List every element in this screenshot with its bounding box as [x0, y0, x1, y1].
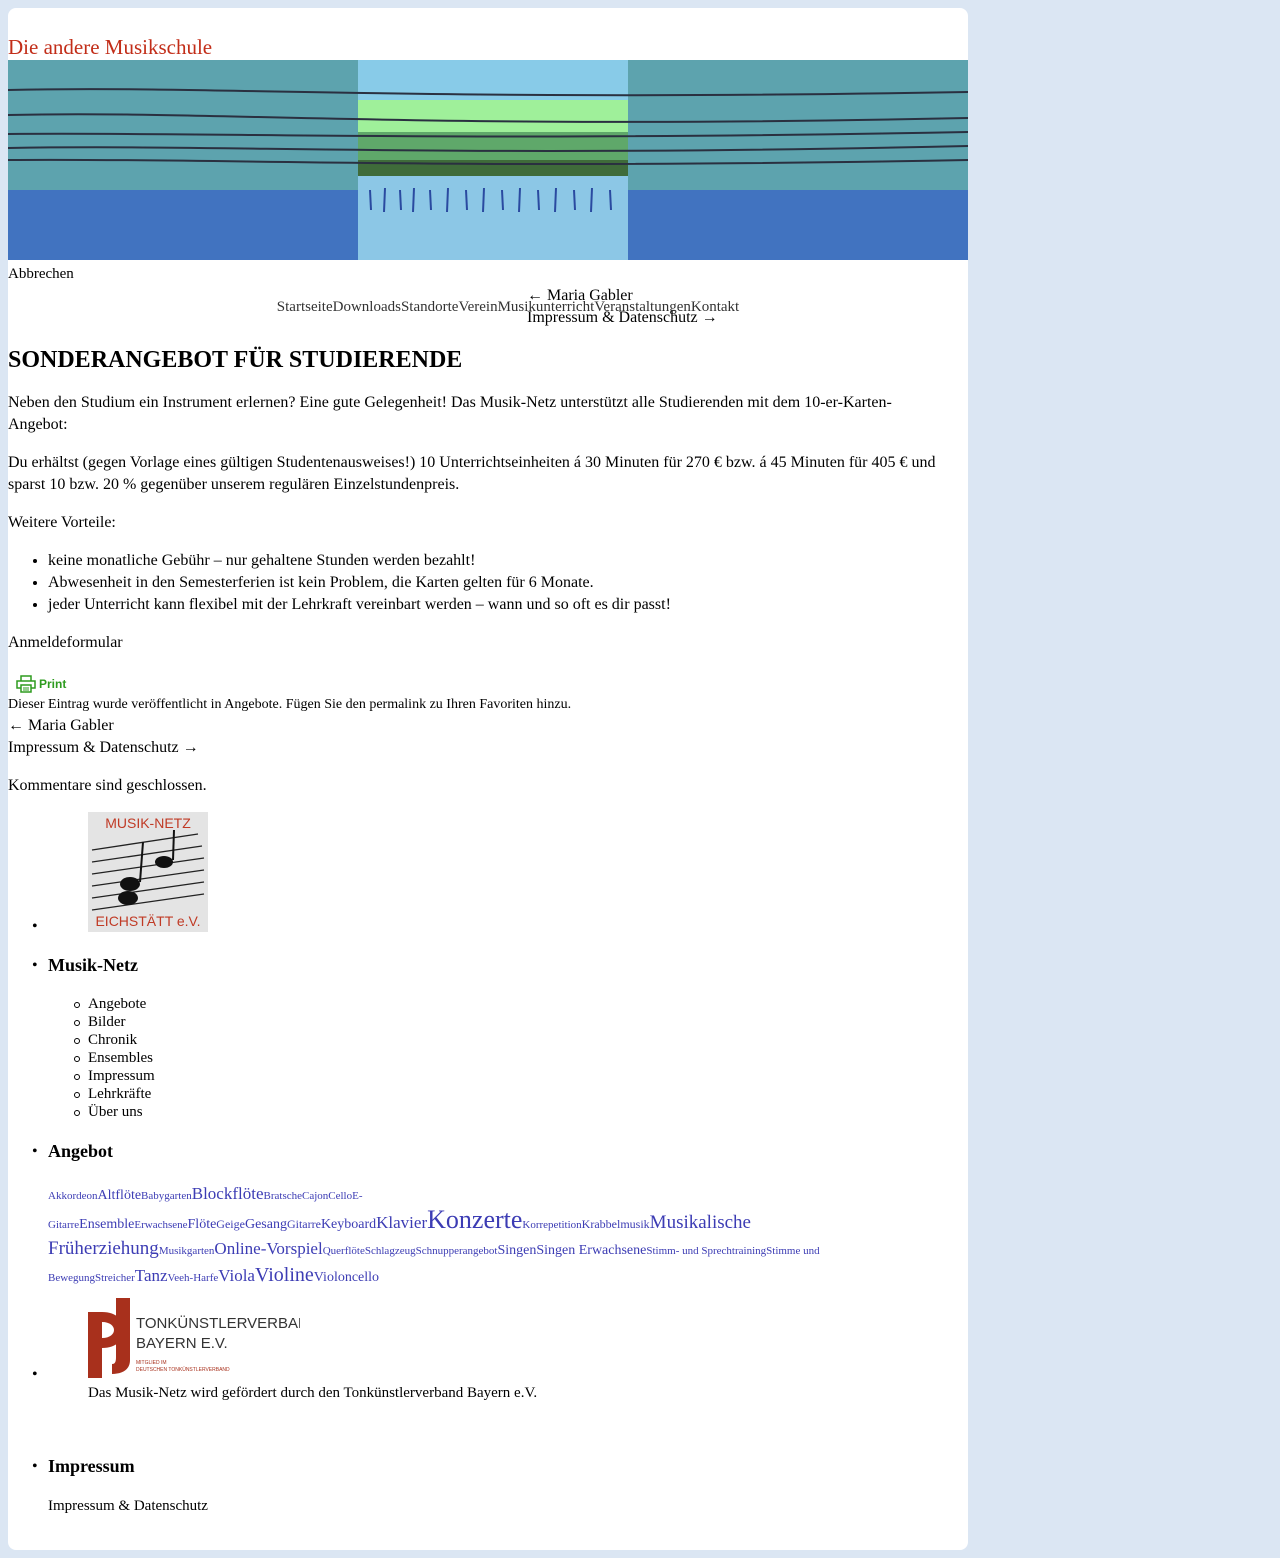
header-banner-image: [8, 60, 968, 260]
list-item: keine monatliche Gebühr – nur gehaltene …: [48, 550, 948, 572]
logo-text: BAYERN E.V.: [136, 1335, 228, 1352]
tag-link[interactable]: Violoncello: [314, 1270, 379, 1285]
list-item-impressum[interactable]: Impressum: [48, 1067, 155, 1085]
tag-link[interactable]: Konzerte: [427, 1205, 522, 1234]
prev-post-link[interactable]: ← Maria Gabler: [8, 715, 199, 737]
tag-link[interactable]: Streicher: [95, 1272, 135, 1284]
tag-link[interactable]: Flöte: [188, 1217, 217, 1232]
logo-text: MITGLIED IM: [136, 1360, 167, 1366]
post-nav-bottom: ← Maria Gabler Impressum & Datenschutz →: [8, 715, 199, 759]
tag-link[interactable]: Krabbelmusik: [582, 1217, 650, 1231]
list-item-ensembles[interactable]: Ensembles: [48, 1049, 155, 1067]
tag-link[interactable]: Gitarre: [287, 1217, 321, 1231]
tag-link[interactable]: Ensemble: [79, 1217, 134, 1232]
tag-link[interactable]: Cello: [328, 1190, 352, 1202]
tonkuenstlerverband-logo[interactable]: TONKÜNSTLERVERBAND BAYERN E.V. MITGLIED …: [88, 1298, 300, 1378]
list-bullet: •: [32, 1143, 38, 1160]
list-bullet: •: [32, 1366, 38, 1383]
menu-item-downloads[interactable]: Downloads: [333, 299, 401, 315]
impressum-link[interactable]: Impressum & Datenschutz: [48, 1497, 208, 1515]
prev-post-link[interactable]: ← Maria Gabler: [527, 285, 718, 307]
printer-icon: [16, 675, 36, 693]
tag-cloud: AkkordeonAltflöteBabygartenBlockflöteBra…: [48, 1182, 918, 1290]
print-label: Print: [39, 677, 67, 691]
widget-title-musik-netz: Musik-Netz: [48, 955, 138, 975]
tag-link[interactable]: Cajon: [302, 1190, 328, 1202]
print-button[interactable]: Print: [16, 675, 66, 693]
tag-link[interactable]: Schnupperangebot: [416, 1245, 498, 1257]
tag-link[interactable]: Babygarten: [141, 1190, 192, 1202]
post-title: SONDERANGEBOT FÜR STUDIERENDE: [8, 347, 463, 373]
tag-link[interactable]: Stimm- und Sprechtraining: [646, 1245, 766, 1257]
comments-closed-notice: Kommentare sind geschlossen.: [8, 777, 207, 794]
tag-link[interactable]: Blockflöte: [192, 1184, 264, 1203]
list-item-ueber-uns[interactable]: Über uns: [48, 1103, 155, 1121]
tag-link[interactable]: Altflöte: [98, 1188, 142, 1203]
tag-link[interactable]: Akkordeon: [48, 1190, 98, 1202]
musik-netz-list: Angebote Bilder Chronik Ensembles Impres…: [48, 995, 155, 1121]
next-post-link[interactable]: Impressum & Datenschutz →: [8, 737, 199, 759]
post-content: Neben den Studium ein Instrument erlerne…: [8, 392, 948, 670]
tag-link[interactable]: Tanz: [135, 1266, 168, 1285]
menu-item-startseite[interactable]: Startseite: [277, 299, 333, 315]
tag-link[interactable]: Gesang: [245, 1217, 287, 1232]
post-paragraph: Weitere Vorteile:: [8, 514, 116, 531]
tag-link[interactable]: Erwachsene: [134, 1219, 187, 1231]
tag-link[interactable]: Geige: [216, 1217, 245, 1231]
list-bullet: •: [32, 1458, 38, 1475]
tag-link[interactable]: Veeh-Harfe: [168, 1272, 219, 1284]
post-nav-top: ← Maria Gabler Impressum & Datenschutz →: [527, 285, 718, 329]
tag-link[interactable]: Schlagzeug: [365, 1245, 416, 1257]
tag-link[interactable]: Musikgarten: [159, 1245, 215, 1257]
widget-title-angebot: Angebot: [48, 1141, 114, 1161]
list-bullet: •: [32, 918, 38, 935]
cancel-link[interactable]: Abbrechen: [8, 265, 74, 283]
logo-text: EICHSTÄTT e.V.: [95, 913, 200, 929]
advantages-list: keine monatliche Gebühr – nur gehaltene …: [8, 550, 948, 616]
menu-item-standorte[interactable]: Standorte: [401, 299, 459, 315]
post-paragraph: Neben den Studium ein Instrument erlerne…: [8, 394, 892, 433]
tag-link[interactable]: Singen Erwachsene: [536, 1243, 646, 1258]
tkv-description: Das Musik-Netz wird gefördert durch den …: [88, 1385, 538, 1401]
musik-netz-logo[interactable]: MUSIK-NETZ EICHSTÄTT e.V.: [88, 812, 208, 932]
list-item-lehrkraefte[interactable]: Lehrkräfte: [48, 1085, 155, 1103]
registration-form-link[interactable]: Anmeldeformular: [8, 632, 948, 654]
logo-text: DEUTSCHEN TONKÜNSTLERVERBAND: [136, 1366, 230, 1373]
tag-link[interactable]: Violine: [255, 1264, 314, 1286]
logo-text: TONKÜNSTLERVERBAND: [136, 1314, 300, 1332]
site-title[interactable]: Die andere Musikschule: [8, 35, 212, 59]
tag-link[interactable]: Korrepetition: [522, 1219, 581, 1231]
post-paragraph: Du erhältst (gegen Vorlage eines gültige…: [8, 454, 936, 493]
list-item: Abwesenheit in den Semesterferien ist ke…: [48, 572, 948, 594]
post-meta: Dieser Eintrag wurde veröffentlicht in A…: [8, 697, 572, 712]
list-item-angebote[interactable]: Angebote: [48, 995, 155, 1013]
list-bullet: •: [32, 957, 38, 974]
logo-text: MUSIK-NETZ: [105, 815, 191, 831]
widget-title-impressum: Impressum: [48, 1456, 135, 1476]
tag-link[interactable]: Singen: [497, 1243, 536, 1258]
tag-link[interactable]: Bratsche: [264, 1190, 302, 1202]
tag-link[interactable]: Klavier: [376, 1213, 427, 1232]
menu-item-verein[interactable]: Verein: [458, 299, 497, 315]
list-item-chronik[interactable]: Chronik: [48, 1031, 155, 1049]
next-post-link[interactable]: Impressum & Datenschutz →: [527, 307, 718, 329]
list-item: jeder Unterricht kann flexibel mit der L…: [48, 594, 948, 616]
main-menu: StartseiteDownloadsStandorteVereinMusiku…: [8, 298, 968, 316]
tag-link[interactable]: Online-Vorspiel: [214, 1239, 322, 1258]
page-container: Die andere Musikschule Abbrechen Startse…: [8, 8, 968, 1550]
tag-link[interactable]: Keyboard: [321, 1217, 376, 1232]
tag-link[interactable]: Viola: [218, 1266, 255, 1285]
tag-link[interactable]: Querflöte: [323, 1245, 365, 1257]
list-item-bilder[interactable]: Bilder: [48, 1013, 155, 1031]
